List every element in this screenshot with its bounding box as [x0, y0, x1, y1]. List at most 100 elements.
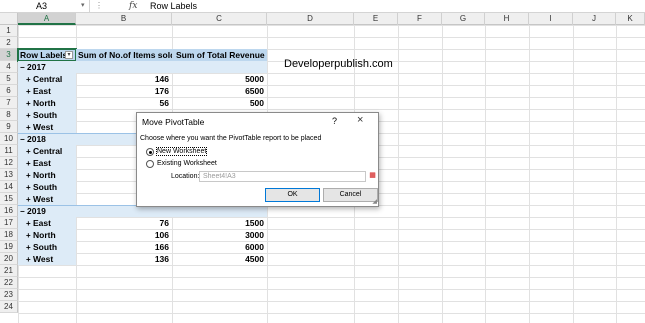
help-icon[interactable]: ?	[332, 116, 337, 126]
column-header-b[interactable]: B	[76, 13, 172, 25]
expand-icon[interactable]: +	[26, 110, 33, 121]
row-header-20[interactable]: 20	[0, 253, 18, 265]
expand-icon[interactable]: +	[26, 122, 33, 133]
column-header-g[interactable]: G	[442, 13, 485, 25]
pivot-region-row[interactable]: + West	[18, 193, 76, 205]
column-header-e[interactable]: E	[354, 13, 398, 25]
pivot-header-items-sold[interactable]: Sum of No.of Items sold	[76, 49, 172, 61]
expand-icon[interactable]: +	[26, 254, 33, 265]
pivot-region-row[interactable]: + North	[18, 97, 76, 109]
pivot-items-sold-cell[interactable]: 76	[76, 217, 172, 229]
pivot-region-row[interactable]: + South	[18, 109, 76, 121]
pivot-revenue-cell[interactable]: 5000	[172, 73, 267, 85]
pivot-region-row[interactable]: + South	[18, 241, 76, 253]
column-header-h[interactable]: H	[485, 13, 529, 25]
ok-button[interactable]: OK	[265, 188, 320, 202]
existing-worksheet-radio[interactable]	[146, 160, 154, 168]
name-box-dropdown-icon[interactable]: ▾	[81, 0, 85, 12]
row-header-24[interactable]: 24	[0, 301, 18, 313]
pivot-region-row[interactable]: + East	[18, 85, 76, 97]
new-worksheet-label[interactable]: New Worksheet	[155, 147, 208, 156]
location-input[interactable]: Sheet4!A3	[199, 171, 366, 182]
row-header-1[interactable]: 1	[0, 25, 18, 37]
pivot-region-row[interactable]: + Central	[18, 73, 76, 85]
pivot-header-revenue[interactable]: Sum of Total Revenue	[172, 49, 267, 61]
collapse-icon[interactable]: −	[20, 134, 27, 145]
pivot-region-row[interactable]: + South	[18, 181, 76, 193]
new-worksheet-radio[interactable]	[146, 148, 154, 156]
collapse-icon[interactable]: −	[20, 206, 27, 217]
row-header-3[interactable]: 3	[0, 49, 18, 61]
resize-grip-icon[interactable]: ◢	[372, 198, 377, 205]
pivot-items-sold-cell[interactable]: 106	[76, 229, 172, 241]
insert-function-icon[interactable]: fx	[129, 0, 137, 12]
row-header-5[interactable]: 5	[0, 73, 18, 85]
filter-dropdown-icon[interactable]: ▾	[65, 51, 73, 59]
row-header-22[interactable]: 22	[0, 277, 18, 289]
pivot-year-row[interactable]: −2018	[18, 133, 76, 145]
pivot-revenue-cell[interactable]: 6000	[172, 241, 267, 253]
pivot-items-sold-cell[interactable]: 136	[76, 253, 172, 265]
select-all-corner[interactable]	[0, 13, 18, 25]
pivot-region-row[interactable]: + West	[18, 253, 76, 265]
expand-icon[interactable]: +	[26, 182, 33, 193]
pivot-region-row[interactable]: + North	[18, 229, 76, 241]
expand-icon[interactable]: +	[26, 242, 33, 253]
pivot-revenue-cell[interactable]: 3000	[172, 229, 267, 241]
column-header-i[interactable]: I	[529, 13, 573, 25]
close-icon[interactable]: ×	[357, 114, 363, 126]
pivot-items-sold-cell[interactable]: 176	[76, 85, 172, 97]
row-header-12[interactable]: 12	[0, 157, 18, 169]
pivot-items-sold-cell[interactable]	[76, 61, 172, 73]
row-header-11[interactable]: 11	[0, 145, 18, 157]
pivot-region-row[interactable]: + Central	[18, 145, 76, 157]
range-selector-icon[interactable]: ▦	[367, 171, 378, 182]
row-header-21[interactable]: 21	[0, 265, 18, 277]
pivot-items-sold-cell[interactable]: 166	[76, 241, 172, 253]
row-header-10[interactable]: 10	[0, 133, 18, 145]
expand-icon[interactable]: +	[26, 146, 33, 157]
pivot-revenue-cell[interactable]: 4500	[172, 253, 267, 265]
pivot-items-sold-cell[interactable]: 146	[76, 73, 172, 85]
expand-icon[interactable]: +	[26, 194, 33, 205]
row-header-23[interactable]: 23	[0, 289, 18, 301]
pivot-revenue-cell[interactable]: 1500	[172, 217, 267, 229]
cancel-button[interactable]: Cancel	[323, 188, 378, 202]
pivot-region-row[interactable]: + North	[18, 169, 76, 181]
expand-icon[interactable]: +	[26, 158, 33, 169]
row-header-7[interactable]: 7	[0, 97, 18, 109]
expand-icon[interactable]: +	[26, 218, 33, 229]
column-header-k[interactable]: K	[616, 13, 645, 25]
column-header-a[interactable]: A	[18, 13, 76, 25]
row-header-14[interactable]: 14	[0, 181, 18, 193]
column-header-d[interactable]: D	[267, 13, 354, 25]
row-header-17[interactable]: 17	[0, 217, 18, 229]
expand-icon[interactable]: +	[26, 74, 33, 85]
pivot-revenue-cell[interactable]: 500	[172, 97, 267, 109]
pivot-year-row[interactable]: −2017	[18, 61, 76, 73]
row-header-13[interactable]: 13	[0, 169, 18, 181]
column-header-c[interactable]: C	[172, 13, 267, 25]
cancel-icon[interactable]: ⋮	[95, 1, 107, 10]
pivot-revenue-cell[interactable]: 6500	[172, 85, 267, 97]
row-header-9[interactable]: 9	[0, 121, 18, 133]
pivot-region-row[interactable]: + East	[18, 157, 76, 169]
collapse-icon[interactable]: −	[20, 62, 27, 73]
row-header-4[interactable]: 4	[0, 61, 18, 73]
formula-input[interactable]: Row Labels	[150, 0, 197, 12]
row-header-15[interactable]: 15	[0, 193, 18, 205]
name-box[interactable]: A3	[0, 0, 90, 12]
row-header-2[interactable]: 2	[0, 37, 18, 49]
expand-icon[interactable]: +	[26, 86, 33, 97]
expand-icon[interactable]: +	[26, 98, 33, 109]
row-header-16[interactable]: 16	[0, 205, 18, 217]
row-header-8[interactable]: 8	[0, 109, 18, 121]
pivot-region-row[interactable]: + East	[18, 217, 76, 229]
column-header-f[interactable]: F	[398, 13, 442, 25]
column-header-j[interactable]: J	[573, 13, 616, 25]
pivot-year-row[interactable]: −2019	[18, 205, 76, 217]
row-header-18[interactable]: 18	[0, 229, 18, 241]
existing-worksheet-label[interactable]: Existing Worksheet	[157, 160, 217, 167]
row-header-19[interactable]: 19	[0, 241, 18, 253]
pivot-region-row[interactable]: + West	[18, 121, 76, 133]
